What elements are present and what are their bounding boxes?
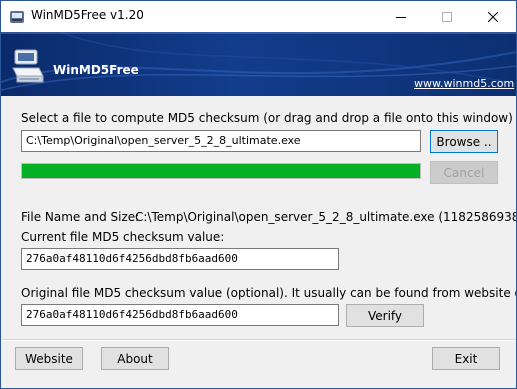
current-md5-label: Current file MD5 checksum value: — [21, 230, 225, 244]
file-name-size-value: C:\Temp\Original\open_server_5_2_8_ultim… — [135, 210, 517, 224]
banner-title: WinMD5Free — [53, 63, 139, 77]
progress-fill — [22, 164, 420, 178]
window-title: WinMD5Free v1.20 — [31, 8, 144, 22]
app-icon — [10, 11, 24, 23]
maximize-button[interactable] — [424, 1, 470, 32]
file-path-input[interactable]: C:\Temp\Original\open_server_5_2_8_ultim… — [21, 130, 421, 152]
cancel-button[interactable]: Cancel — [430, 161, 498, 184]
close-icon — [488, 11, 498, 22]
maximize-icon — [442, 11, 452, 22]
original-md5-input[interactable]: 276a0af48110d6f4256dbd8fb6aad600 — [21, 304, 339, 326]
title-bar[interactable]: WinMD5Free v1.20 — [1, 1, 516, 32]
current-md5-field[interactable]: 276a0af48110d6f4256dbd8fb6aad600 — [21, 248, 339, 270]
minimize-button[interactable] — [378, 1, 424, 32]
minimize-icon — [396, 16, 406, 18]
select-file-prompt: Select a file to compute MD5 checksum (o… — [21, 111, 513, 125]
website-button[interactable]: Website — [15, 347, 83, 370]
file-name-size-label: File Name and Size: — [21, 210, 140, 224]
original-md5-label: Original file MD5 checksum value (option… — [21, 286, 516, 300]
app-window: WinMD5Free v1.20 WinMD5Free www.winmd5.c… — [0, 0, 517, 389]
verify-button[interactable]: Verify — [346, 304, 424, 327]
close-button[interactable] — [470, 1, 516, 32]
header-banner: WinMD5Free www.winmd5.com — [1, 32, 516, 96]
browse-button[interactable]: Browse .. — [430, 130, 498, 153]
app-logo-icon — [12, 49, 44, 83]
about-button[interactable]: About — [101, 347, 169, 370]
exit-button[interactable]: Exit — [432, 347, 500, 370]
website-link[interactable]: www.winmd5.com — [414, 77, 514, 90]
footer-separator — [1, 339, 516, 341]
progress-bar — [21, 163, 421, 179]
